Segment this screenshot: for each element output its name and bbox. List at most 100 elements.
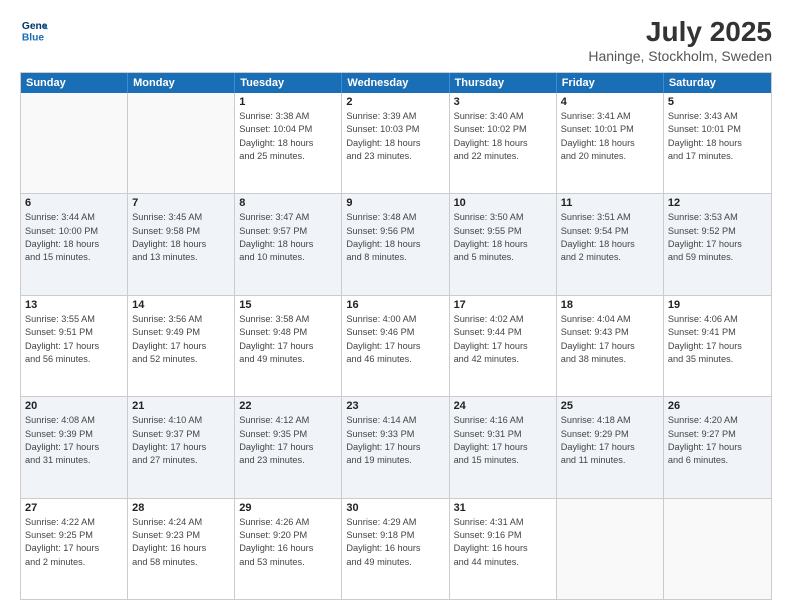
cell-info: Sunrise: 4:12 AM Sunset: 9:35 PM Dayligh… bbox=[239, 414, 337, 467]
day-number: 9 bbox=[346, 197, 444, 209]
cell-info: Sunrise: 3:58 AM Sunset: 9:48 PM Dayligh… bbox=[239, 313, 337, 366]
calendar-cell: 2 Sunrise: 3:39 AM Sunset: 10:03 PM Dayli… bbox=[342, 93, 449, 193]
week-row-2: 6 Sunrise: 3:44 AM Sunset: 10:00 PM Dayli… bbox=[21, 194, 771, 295]
week-row-4: 20 Sunrise: 4:08 AM Sunset: 9:39 PM Dayli… bbox=[21, 397, 771, 498]
title-block: July 2025 Haninge, Stockholm, Sweden bbox=[588, 16, 772, 64]
calendar-cell: 28Sunrise: 4:24 AM Sunset: 9:23 PM Dayli… bbox=[128, 499, 235, 599]
day-number: 10 bbox=[454, 197, 552, 209]
calendar-cell: 16 Sunrise: 4:00 AM Sunset: 9:46 PM Dayli… bbox=[342, 296, 449, 396]
cell-info: Sunrise: 4:18 AM Sunset: 9:29 PM Dayligh… bbox=[561, 414, 659, 467]
calendar-cell: 13 Sunrise: 3:55 AM Sunset: 9:51 PM Dayli… bbox=[21, 296, 128, 396]
calendar-cell: 21 Sunrise: 4:10 AM Sunset: 9:37 PM Dayli… bbox=[128, 397, 235, 497]
cell-info: Sunrise: 4:04 AM Sunset: 9:43 PM Dayligh… bbox=[561, 313, 659, 366]
logo-icon: General Blue bbox=[20, 16, 48, 44]
cell-info: Sunrise: 4:24 AM Sunset: 9:23 PM Dayligh… bbox=[132, 516, 230, 569]
day-number: 20 bbox=[25, 400, 123, 412]
cell-info: Sunrise: 3:56 AM Sunset: 9:49 PM Dayligh… bbox=[132, 313, 230, 366]
calendar-cell: 25 Sunrise: 4:18 AM Sunset: 9:29 PM Dayli… bbox=[557, 397, 664, 497]
cell-info: Sunrise: 3:55 AM Sunset: 9:51 PM Dayligh… bbox=[25, 313, 123, 366]
calendar-cell: 22 Sunrise: 4:12 AM Sunset: 9:35 PM Dayli… bbox=[235, 397, 342, 497]
calendar-cell: 26Sunrise: 4:20 AM Sunset: 9:27 PM Dayli… bbox=[664, 397, 771, 497]
cell-info: Sunrise: 3:38 AM Sunset: 10:04 PM Daylig… bbox=[239, 110, 337, 163]
day-number: 2 bbox=[346, 96, 444, 108]
day-header-sunday: Sunday bbox=[21, 73, 128, 93]
day-header-friday: Friday bbox=[557, 73, 664, 93]
day-header-thursday: Thursday bbox=[450, 73, 557, 93]
calendar-cell: 8 Sunrise: 3:47 AM Sunset: 9:57 PM Daylig… bbox=[235, 194, 342, 294]
cell-info: Sunrise: 3:45 AM Sunset: 9:58 PM Dayligh… bbox=[132, 211, 230, 264]
cell-info: Sunrise: 4:08 AM Sunset: 9:39 PM Dayligh… bbox=[25, 414, 123, 467]
cell-info: Sunrise: 3:43 AM Sunset: 10:01 PM Daylig… bbox=[668, 110, 767, 163]
day-number: 15 bbox=[239, 299, 337, 311]
cell-info: Sunrise: 3:47 AM Sunset: 9:57 PM Dayligh… bbox=[239, 211, 337, 264]
calendar-cell: 30Sunrise: 4:29 AM Sunset: 9:18 PM Dayli… bbox=[342, 499, 449, 599]
cell-info: Sunrise: 3:50 AM Sunset: 9:55 PM Dayligh… bbox=[454, 211, 552, 264]
day-number: 5 bbox=[668, 96, 767, 108]
day-number: 14 bbox=[132, 299, 230, 311]
day-number: 27 bbox=[25, 502, 123, 514]
svg-text:Blue: Blue bbox=[22, 32, 45, 43]
cell-info: Sunrise: 3:39 AM Sunset: 10:03 PM Daylig… bbox=[346, 110, 444, 163]
cell-info: Sunrise: 4:16 AM Sunset: 9:31 PM Dayligh… bbox=[454, 414, 552, 467]
calendar-cell bbox=[21, 93, 128, 193]
day-number: 24 bbox=[454, 400, 552, 412]
calendar-cell: 14 Sunrise: 3:56 AM Sunset: 9:49 PM Dayli… bbox=[128, 296, 235, 396]
cell-info: Sunrise: 4:02 AM Sunset: 9:44 PM Dayligh… bbox=[454, 313, 552, 366]
calendar-cell: 1Sunrise: 3:38 AM Sunset: 10:04 PM Dayli… bbox=[235, 93, 342, 193]
day-number: 23 bbox=[346, 400, 444, 412]
day-number: 18 bbox=[561, 299, 659, 311]
week-row-5: 27Sunrise: 4:22 AM Sunset: 9:25 PM Dayli… bbox=[21, 499, 771, 599]
calendar-cell: 24 Sunrise: 4:16 AM Sunset: 9:31 PM Dayli… bbox=[450, 397, 557, 497]
calendar-cell: 4 Sunrise: 3:41 AM Sunset: 10:01 PM Dayli… bbox=[557, 93, 664, 193]
day-number: 25 bbox=[561, 400, 659, 412]
day-header-saturday: Saturday bbox=[664, 73, 771, 93]
week-row-3: 13 Sunrise: 3:55 AM Sunset: 9:51 PM Dayli… bbox=[21, 296, 771, 397]
calendar-cell: 29 Sunrise: 4:26 AM Sunset: 9:20 PM Dayli… bbox=[235, 499, 342, 599]
day-number: 3 bbox=[454, 96, 552, 108]
calendar-cell: 12 Sunrise: 3:53 AM Sunset: 9:52 PM Dayli… bbox=[664, 194, 771, 294]
day-number: 4 bbox=[561, 96, 659, 108]
day-number: 12 bbox=[668, 197, 767, 209]
page: General Blue July 2025 Haninge, Stockhol… bbox=[0, 0, 792, 612]
day-number: 21 bbox=[132, 400, 230, 412]
calendar: SundayMondayTuesdayWednesdayThursdayFrid… bbox=[20, 72, 772, 600]
calendar-cell: 31Sunrise: 4:31 AM Sunset: 9:16 PM Dayli… bbox=[450, 499, 557, 599]
cell-info: Sunrise: 3:48 AM Sunset: 9:56 PM Dayligh… bbox=[346, 211, 444, 264]
day-header-tuesday: Tuesday bbox=[235, 73, 342, 93]
calendar-cell bbox=[557, 499, 664, 599]
calendar-body: 1Sunrise: 3:38 AM Sunset: 10:04 PM Dayli… bbox=[21, 93, 771, 599]
day-number: 8 bbox=[239, 197, 337, 209]
cell-info: Sunrise: 3:44 AM Sunset: 10:00 PM Daylig… bbox=[25, 211, 123, 264]
cell-info: Sunrise: 3:53 AM Sunset: 9:52 PM Dayligh… bbox=[668, 211, 767, 264]
calendar-cell: 27Sunrise: 4:22 AM Sunset: 9:25 PM Dayli… bbox=[21, 499, 128, 599]
calendar-cell: 15 Sunrise: 3:58 AM Sunset: 9:48 PM Dayli… bbox=[235, 296, 342, 396]
day-number: 6 bbox=[25, 197, 123, 209]
svg-text:General: General bbox=[22, 21, 48, 32]
calendar-cell bbox=[128, 93, 235, 193]
day-number: 16 bbox=[346, 299, 444, 311]
cell-info: Sunrise: 4:14 AM Sunset: 9:33 PM Dayligh… bbox=[346, 414, 444, 467]
cell-info: Sunrise: 4:26 AM Sunset: 9:20 PM Dayligh… bbox=[239, 516, 337, 569]
calendar-cell: 18 Sunrise: 4:04 AM Sunset: 9:43 PM Dayli… bbox=[557, 296, 664, 396]
day-number: 17 bbox=[454, 299, 552, 311]
calendar-cell: 7Sunrise: 3:45 AM Sunset: 9:58 PM Daylig… bbox=[128, 194, 235, 294]
day-number: 22 bbox=[239, 400, 337, 412]
cell-info: Sunrise: 3:51 AM Sunset: 9:54 PM Dayligh… bbox=[561, 211, 659, 264]
cell-info: Sunrise: 4:10 AM Sunset: 9:37 PM Dayligh… bbox=[132, 414, 230, 467]
calendar-cell: 23 Sunrise: 4:14 AM Sunset: 9:33 PM Dayli… bbox=[342, 397, 449, 497]
day-number: 31 bbox=[454, 502, 552, 514]
main-title: July 2025 bbox=[588, 16, 772, 48]
calendar-cell bbox=[664, 499, 771, 599]
cell-info: Sunrise: 3:41 AM Sunset: 10:01 PM Daylig… bbox=[561, 110, 659, 163]
calendar-cell: 10 Sunrise: 3:50 AM Sunset: 9:55 PM Dayli… bbox=[450, 194, 557, 294]
calendar-cell: 9 Sunrise: 3:48 AM Sunset: 9:56 PM Daylig… bbox=[342, 194, 449, 294]
logo: General Blue bbox=[20, 16, 48, 44]
day-number: 29 bbox=[239, 502, 337, 514]
calendar-cell: 6 Sunrise: 3:44 AM Sunset: 10:00 PM Dayli… bbox=[21, 194, 128, 294]
cell-info: Sunrise: 4:06 AM Sunset: 9:41 PM Dayligh… bbox=[668, 313, 767, 366]
day-number: 13 bbox=[25, 299, 123, 311]
cell-info: Sunrise: 4:00 AM Sunset: 9:46 PM Dayligh… bbox=[346, 313, 444, 366]
day-header-wednesday: Wednesday bbox=[342, 73, 449, 93]
calendar-cell: 11Sunrise: 3:51 AM Sunset: 9:54 PM Dayli… bbox=[557, 194, 664, 294]
calendar-cell: 19Sunrise: 4:06 AM Sunset: 9:41 PM Dayli… bbox=[664, 296, 771, 396]
